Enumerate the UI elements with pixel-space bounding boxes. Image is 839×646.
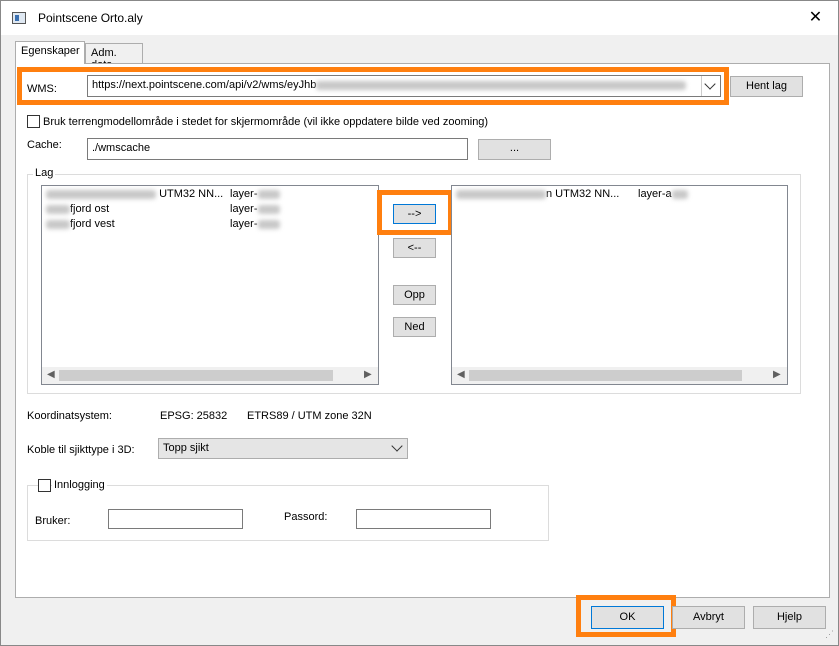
layer3d-value: Topp sjikt xyxy=(163,442,209,454)
layer3d-label: Koble til sjikttype i 3D: xyxy=(27,444,135,456)
fetch-layers-button[interactable]: Hent lag xyxy=(730,76,803,97)
add-layer-button[interactable]: --> xyxy=(393,204,436,224)
chevron-down-icon xyxy=(391,440,403,452)
available-layers-list[interactable]: UTM32 NN... layer- fjord ost layer- fjor… xyxy=(41,185,379,385)
ok-button[interactable]: OK xyxy=(591,606,664,629)
close-icon[interactable]: ✕ xyxy=(793,1,838,35)
cache-browse-button[interactable]: ... xyxy=(478,139,551,160)
chevron-down-icon xyxy=(704,78,716,90)
user-input[interactable] xyxy=(108,509,243,529)
coord-label: Koordinatsystem: xyxy=(27,410,112,422)
login-checkbox[interactable] xyxy=(38,479,51,492)
tab-egenskaper[interactable]: Egenskaper xyxy=(15,41,85,64)
coord-name: ETRS89 / UTM zone 32N xyxy=(247,410,372,422)
list-item-id: layer- xyxy=(230,218,280,230)
help-button[interactable]: Hjelp xyxy=(753,606,826,629)
wms-url-text: https://next.pointscene.com/api/v2/wms/e… xyxy=(92,79,317,91)
password-label: Passord: xyxy=(284,511,328,523)
terrain-checkbox[interactable] xyxy=(27,115,40,128)
wms-dropdown-button[interactable] xyxy=(701,76,720,96)
horizontal-scrollbar[interactable]: ◀ ▶ xyxy=(452,367,787,384)
login-group-label: Innlogging xyxy=(52,479,107,491)
dialog-window: Pointscene Orto.aly ✕ Egenskaper Adm. da… xyxy=(0,0,839,646)
scroll-right-icon[interactable]: ▶ xyxy=(773,369,781,380)
scroll-right-icon[interactable]: ▶ xyxy=(364,369,372,380)
app-icon xyxy=(12,12,26,24)
list-item[interactable]: fjord ost xyxy=(46,203,109,215)
scroll-thumb[interactable] xyxy=(59,370,333,381)
user-label: Bruker: xyxy=(35,515,71,527)
list-item[interactable]: n UTM32 NN... xyxy=(456,188,619,200)
layers-group-label: Lag xyxy=(33,167,56,179)
title-bar: Pointscene Orto.aly ✕ xyxy=(1,1,838,35)
list-item-id: layer- xyxy=(230,188,280,200)
scroll-left-icon[interactable]: ◀ xyxy=(47,369,55,380)
cancel-button[interactable]: Avbryt xyxy=(672,606,745,629)
move-up-button[interactable]: Opp xyxy=(393,285,436,305)
list-item-id: layer-a xyxy=(638,188,688,200)
scroll-left-icon[interactable]: ◀ xyxy=(457,369,465,380)
terrain-checkbox-label: Bruk terrengmodellområde i stedet for sk… xyxy=(43,116,489,128)
tab-adm-data[interactable]: Adm. data xyxy=(85,43,143,71)
wms-label: WMS: xyxy=(27,83,57,95)
resize-grip-icon[interactable]: ⋰ xyxy=(825,629,834,640)
selected-layers-list[interactable]: n UTM32 NN... layer-a ◀ ▶ xyxy=(451,185,788,385)
move-down-button[interactable]: Ned xyxy=(393,317,436,337)
password-input[interactable] xyxy=(356,509,491,529)
list-item-id: layer- xyxy=(230,203,280,215)
list-item[interactable]: fjord vest xyxy=(46,218,115,230)
wms-url-input[interactable]: https://next.pointscene.com/api/v2/wms/e… xyxy=(87,75,721,97)
cache-label: Cache: xyxy=(27,139,62,151)
horizontal-scrollbar[interactable]: ◀ ▶ xyxy=(42,367,378,384)
layer3d-select[interactable]: Topp sjikt xyxy=(158,438,408,459)
redacted-token xyxy=(316,80,687,90)
coord-epsg: EPSG: 25832 xyxy=(160,410,228,422)
cache-input[interactable]: ./wmscache xyxy=(87,138,468,160)
remove-layer-button[interactable]: <-- xyxy=(393,238,436,258)
window-title: Pointscene Orto.aly xyxy=(38,11,143,25)
scroll-thumb[interactable] xyxy=(469,370,742,381)
list-item[interactable]: UTM32 NN... xyxy=(46,188,223,200)
